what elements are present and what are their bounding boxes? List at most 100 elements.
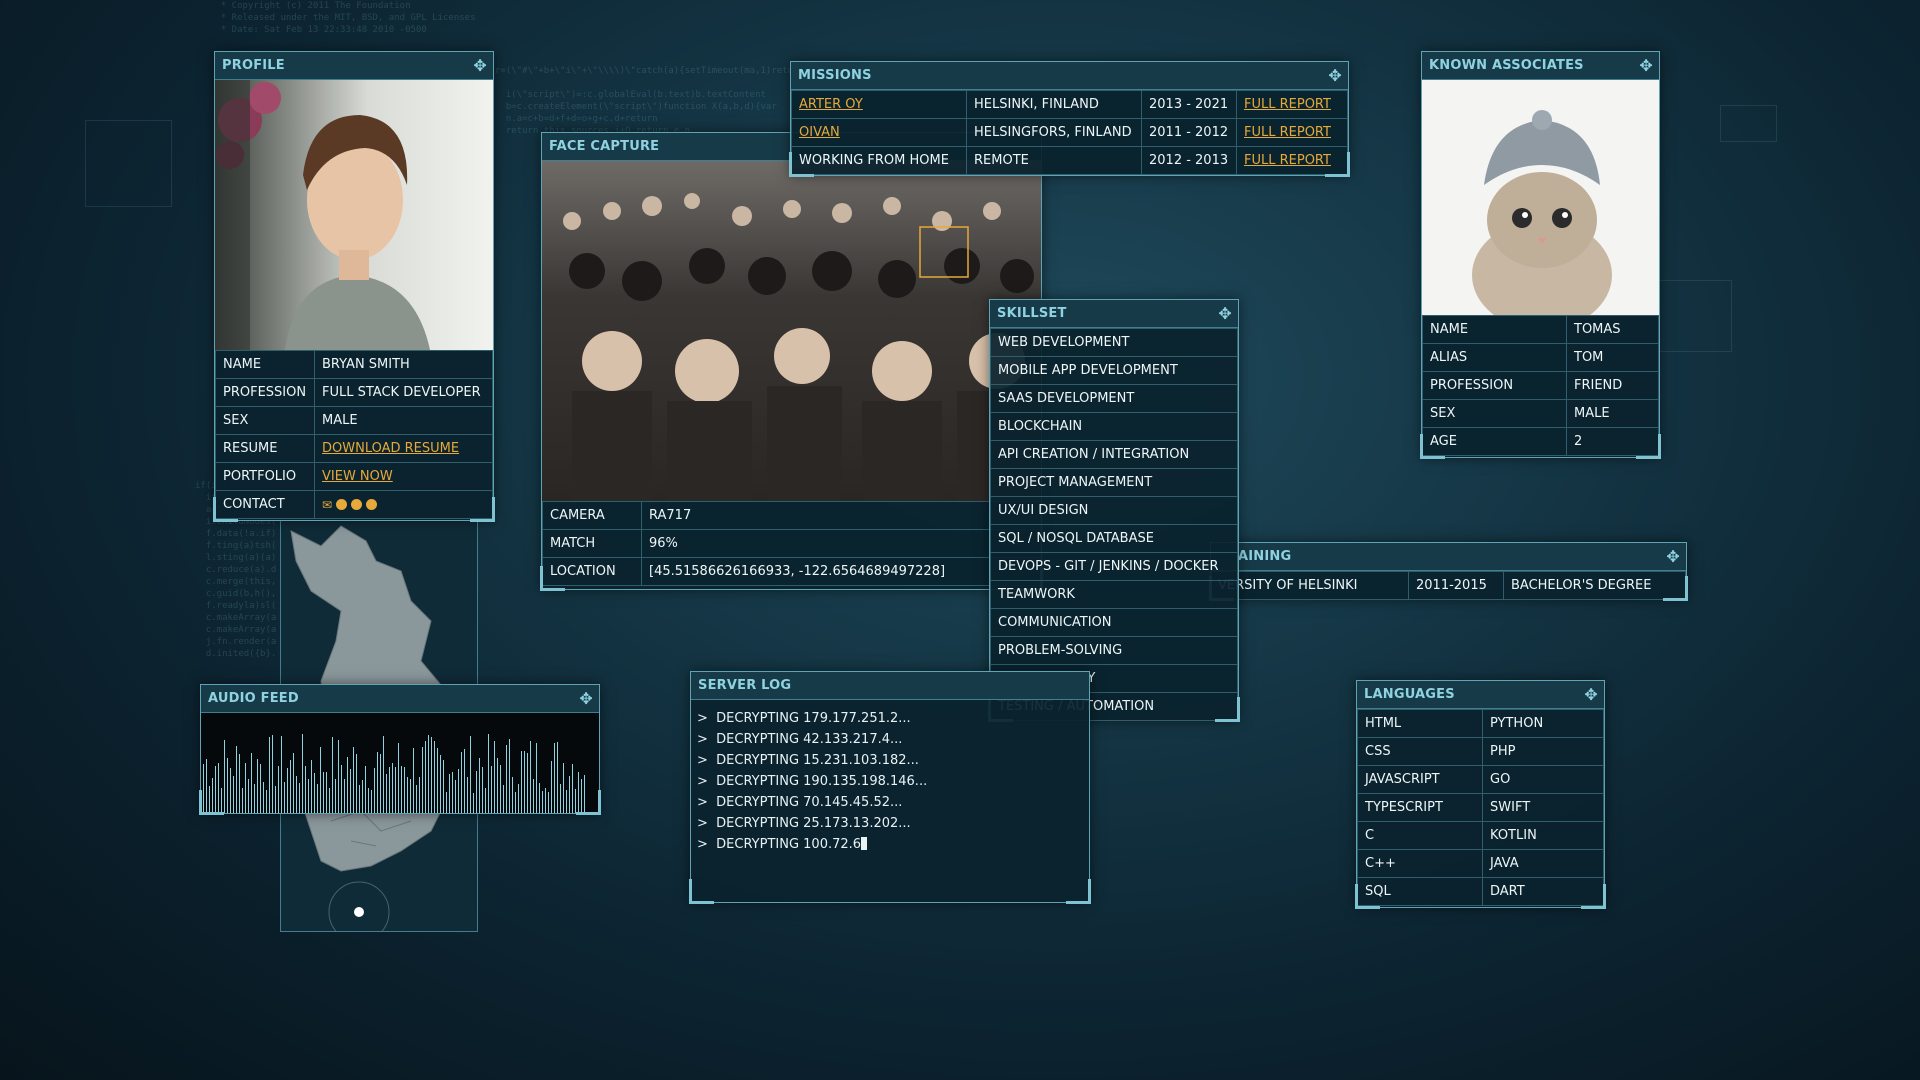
waveform-bar bbox=[449, 774, 450, 813]
waveform-bar bbox=[386, 774, 387, 813]
row-value: FULL STACK DEVELOPER bbox=[314, 378, 493, 407]
list-item: WEB DEVELOPMENT bbox=[990, 328, 1238, 357]
waveform-bar bbox=[260, 764, 261, 813]
mission-company-link[interactable]: ARTER OY bbox=[799, 97, 863, 112]
waveform-bar bbox=[452, 772, 453, 813]
waveform-bar bbox=[404, 767, 405, 813]
mission-years: 2013 - 2021 bbox=[1141, 90, 1237, 119]
language-item: JAVASCRIPT bbox=[1357, 765, 1483, 794]
full-report-link[interactable]: FULL REPORT bbox=[1244, 125, 1331, 140]
row-label: SEX bbox=[215, 406, 315, 435]
waveform-bar bbox=[356, 754, 357, 813]
table-row: JAVASCRIPT GO bbox=[1357, 765, 1604, 794]
log-prompt: > bbox=[697, 753, 708, 768]
table-row: RESUME DOWNLOAD RESUME bbox=[215, 434, 493, 463]
audio-feed-header[interactable]: AUDIO FEED ✥ bbox=[201, 685, 599, 713]
missions-header[interactable]: MISSIONS ✥ bbox=[791, 62, 1348, 90]
waveform-bar bbox=[440, 755, 441, 813]
language-item: TYPESCRIPT bbox=[1357, 793, 1483, 822]
row-value: 2 bbox=[1566, 427, 1659, 456]
waveform-bar bbox=[500, 765, 501, 813]
face-capture-table: CAMERA RA717 MATCH 96% LOCATION [45.5158662… bbox=[542, 501, 1041, 586]
full-report-link[interactable]: FULL REPORT bbox=[1244, 153, 1331, 168]
row-value: [45.51586626166933, -122.6564689497228] bbox=[641, 557, 1041, 586]
row-label: ALIAS bbox=[1422, 343, 1567, 372]
skill-item: TEAMWORK bbox=[990, 580, 1238, 609]
table-row: ALIAS TOM bbox=[1422, 343, 1659, 372]
waveform-bar bbox=[413, 748, 414, 813]
waveform-bar bbox=[203, 764, 204, 813]
waveform-bar bbox=[503, 785, 504, 813]
table-row: C KOTLIN bbox=[1357, 821, 1604, 850]
skill-item: PROBLEM-SOLVING bbox=[990, 636, 1238, 665]
training-degree: BACHELOR'S DEGREE bbox=[1503, 571, 1686, 600]
table-row: PROFESSION FRIEND bbox=[1422, 371, 1659, 400]
waveform-bar bbox=[224, 740, 225, 813]
waveform-bar bbox=[233, 776, 234, 813]
waveform-bar bbox=[293, 753, 294, 813]
waveform-bar bbox=[296, 776, 297, 813]
row-value: TOMAS bbox=[1566, 315, 1659, 344]
language-item: C++ bbox=[1357, 849, 1483, 878]
associate-photo bbox=[1422, 80, 1659, 315]
github-icon[interactable] bbox=[365, 498, 377, 510]
log-prompt: > bbox=[697, 732, 708, 747]
table-row: SEX MALE bbox=[1422, 399, 1659, 428]
move-icon[interactable]: ✥ bbox=[1218, 300, 1232, 327]
training-header[interactable]: AINING ✥ bbox=[1211, 543, 1686, 571]
row-value: FRIEND bbox=[1566, 371, 1659, 400]
move-icon[interactable]: ✥ bbox=[1328, 62, 1342, 89]
waveform-bar bbox=[269, 737, 270, 813]
move-icon[interactable]: ✥ bbox=[1639, 52, 1653, 79]
waveform-bar bbox=[584, 775, 585, 813]
waveform-bar bbox=[506, 745, 507, 813]
move-icon[interactable]: ✥ bbox=[579, 685, 593, 712]
waveform-bar bbox=[419, 777, 420, 813]
skype-icon[interactable] bbox=[335, 498, 347, 510]
view-portfolio-link[interactable]: VIEW NOW bbox=[322, 469, 393, 484]
log-line: > DECRYPTING 100.72.6 bbox=[691, 834, 1089, 855]
waveform-bar bbox=[206, 759, 207, 813]
row-label: PROFESSION bbox=[1422, 371, 1567, 400]
waveform-bar bbox=[482, 767, 483, 813]
skillset-header[interactable]: SKILLSET ✥ bbox=[990, 300, 1238, 328]
row-label: SEX bbox=[1422, 399, 1567, 428]
language-item: SWIFT bbox=[1482, 793, 1604, 822]
waveform-bar bbox=[353, 747, 354, 813]
mail-icon[interactable]: ✉ bbox=[322, 498, 332, 512]
waveform-bar bbox=[308, 779, 309, 813]
waveform-bar bbox=[533, 779, 534, 813]
skill-item: PROJECT MANAGEMENT bbox=[990, 468, 1238, 497]
log-text: DECRYPTING 15.231.103.182... bbox=[716, 753, 919, 768]
move-icon[interactable]: ✥ bbox=[1666, 543, 1680, 570]
table-row: TYPESCRIPT SWIFT bbox=[1357, 793, 1604, 822]
text-cursor bbox=[861, 837, 868, 850]
panel-title: SKILLSET bbox=[997, 306, 1067, 321]
move-icon[interactable]: ✥ bbox=[1584, 681, 1598, 708]
waveform-bar bbox=[302, 734, 303, 813]
waveform-bar bbox=[431, 737, 432, 813]
skill-item: DEVOPS - GIT / JENKINS / DOCKER bbox=[990, 552, 1238, 581]
waveform-bar bbox=[563, 763, 564, 813]
mission-years: 2012 - 2013 bbox=[1141, 146, 1237, 175]
profile-header[interactable]: PROFILE ✥ bbox=[215, 52, 493, 80]
telegram-icon[interactable] bbox=[350, 498, 362, 510]
download-resume-link[interactable]: DOWNLOAD RESUME bbox=[322, 441, 459, 456]
waveform-bar bbox=[284, 782, 285, 813]
waveform-bar bbox=[578, 772, 579, 813]
log-text: DECRYPTING 179.177.251.2... bbox=[716, 711, 911, 726]
background-frame bbox=[85, 120, 172, 207]
waveform-bar bbox=[527, 753, 528, 813]
log-line: > DECRYPTING 179.177.251.2... bbox=[691, 708, 1089, 729]
waveform-bar bbox=[509, 739, 510, 813]
mission-company-link[interactable]: OIVAN bbox=[799, 125, 840, 140]
server-log-header[interactable]: SERVER LOG bbox=[691, 672, 1089, 700]
waveform-bar bbox=[518, 784, 519, 813]
move-icon[interactable]: ✥ bbox=[473, 52, 487, 79]
known-associates-header[interactable]: KNOWN ASSOCIATES ✥ bbox=[1422, 52, 1659, 80]
table-row: VERSITY OF HELSINKI 2011-2015 BACHELOR'S D… bbox=[1211, 571, 1686, 600]
log-text: DECRYPTING 25.173.13.202... bbox=[716, 816, 911, 831]
list-item: DEVOPS - GIT / JENKINS / DOCKER bbox=[990, 552, 1238, 581]
languages-header[interactable]: LANGUAGES ✥ bbox=[1357, 681, 1604, 709]
full-report-link[interactable]: FULL REPORT bbox=[1244, 97, 1331, 112]
